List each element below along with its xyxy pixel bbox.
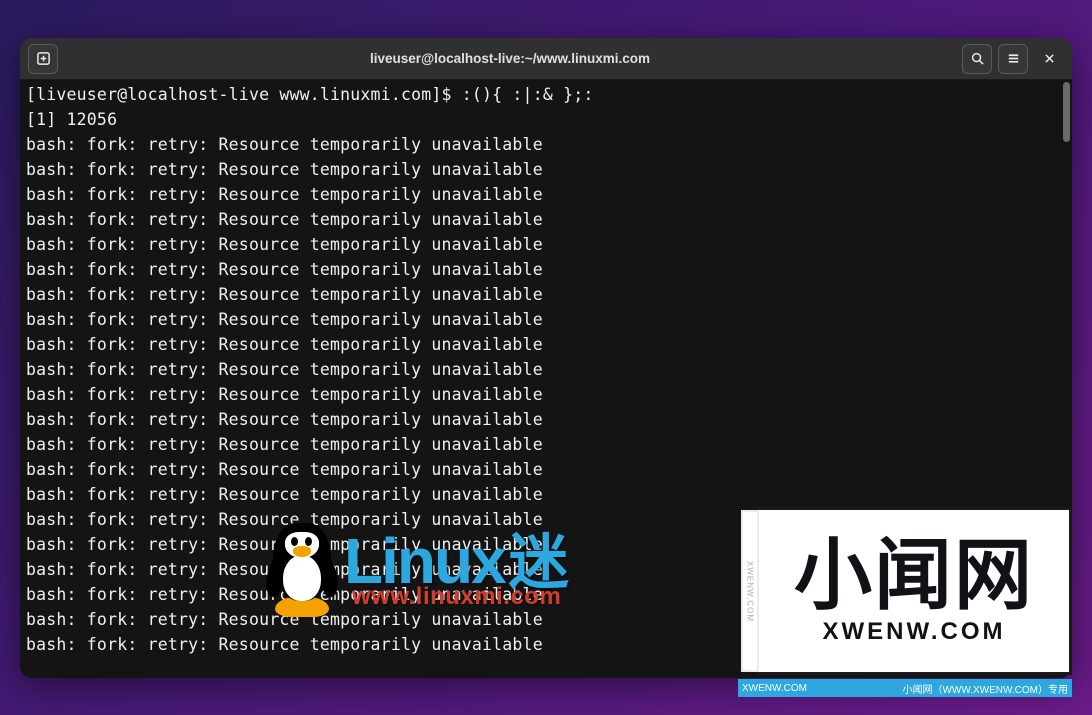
- window-title: liveuser@localhost-live:~/www.linuxmi.co…: [58, 51, 962, 66]
- titlebar: liveuser@localhost-live:~/www.linuxmi.co…: [20, 38, 1072, 80]
- footer-right: 小闻网（WWW.XWENW.COM）专用: [902, 681, 1068, 696]
- terminal-output: [liveuser@localhost-live www.linuxmi.com…: [26, 82, 1066, 657]
- search-button[interactable]: [962, 44, 992, 74]
- terminal-window: liveuser@localhost-live:~/www.linuxmi.co…: [20, 38, 1072, 678]
- terminal-body[interactable]: [liveuser@localhost-live www.linuxmi.com…: [20, 80, 1072, 678]
- hamburger-menu-button[interactable]: [998, 44, 1028, 74]
- new-tab-button[interactable]: [28, 44, 58, 74]
- close-button[interactable]: [1034, 44, 1064, 74]
- footer-left: XWENW.COM: [742, 683, 807, 694]
- xwenw-footer: XWENW.COM 小闻网（WWW.XWENW.COM）专用: [738, 679, 1072, 697]
- scrollbar-thumb[interactable]: [1063, 82, 1070, 142]
